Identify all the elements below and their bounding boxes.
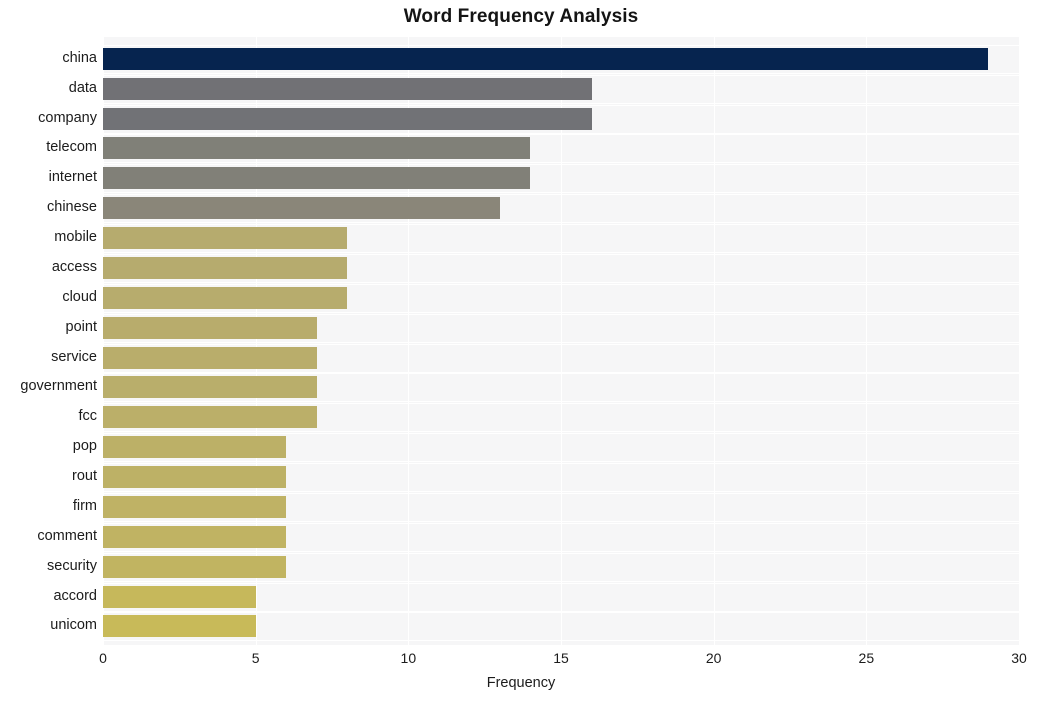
y-tick-label-accord: accord [53,587,97,604]
y-tick-label-cloud: cloud [62,288,97,305]
x-axis-tick-labels: 0 5 10 15 20 25 30 [0,650,1042,672]
y-tick-label-security: security [47,557,97,574]
x-tick-label-15: 15 [553,650,569,666]
y-tick-label-fcc: fcc [78,408,97,425]
y-axis-tick-labels: china data company telecom internet chinese mo… [0,37,1042,645]
y-tick-label-rout: rout [72,468,97,485]
x-tick-label-10: 10 [400,650,417,666]
y-tick-label-mobile: mobile [54,229,97,246]
chart-title: Word Frequency Analysis [403,6,639,27]
y-tick-label-point: point [65,318,97,335]
y-tick-label-comment: comment [37,527,97,544]
x-tick-label-30: 30 [1011,650,1027,666]
x-tick-label-0: 0 [99,650,107,666]
y-tick-label-pop: pop [72,438,97,455]
x-axis-title: Frequency [0,675,1042,691]
x-tick-label-20: 20 [705,650,722,666]
chart-figure: Word Frequency Analysis china data company… [0,0,1042,701]
y-tick-label-service: service [51,348,97,365]
y-tick-label-access: access [51,258,97,275]
y-tick-label-firm: firm [72,497,97,514]
y-tick-label-telecom: telecom [46,139,97,156]
y-tick-label-government: government [20,378,97,395]
y-tick-label-data: data [68,79,97,96]
x-tick-label-5: 5 [251,650,260,666]
y-tick-label-unicom: unicom [50,617,97,634]
x-axis-title-text: Frequency [486,675,556,691]
x-tick-label-25: 25 [858,650,875,666]
y-tick-label-company: company [38,109,97,126]
y-tick-label-china: china [62,49,97,66]
y-tick-label-internet: internet [48,169,97,186]
y-tick-label-chinese: chinese [47,199,97,216]
